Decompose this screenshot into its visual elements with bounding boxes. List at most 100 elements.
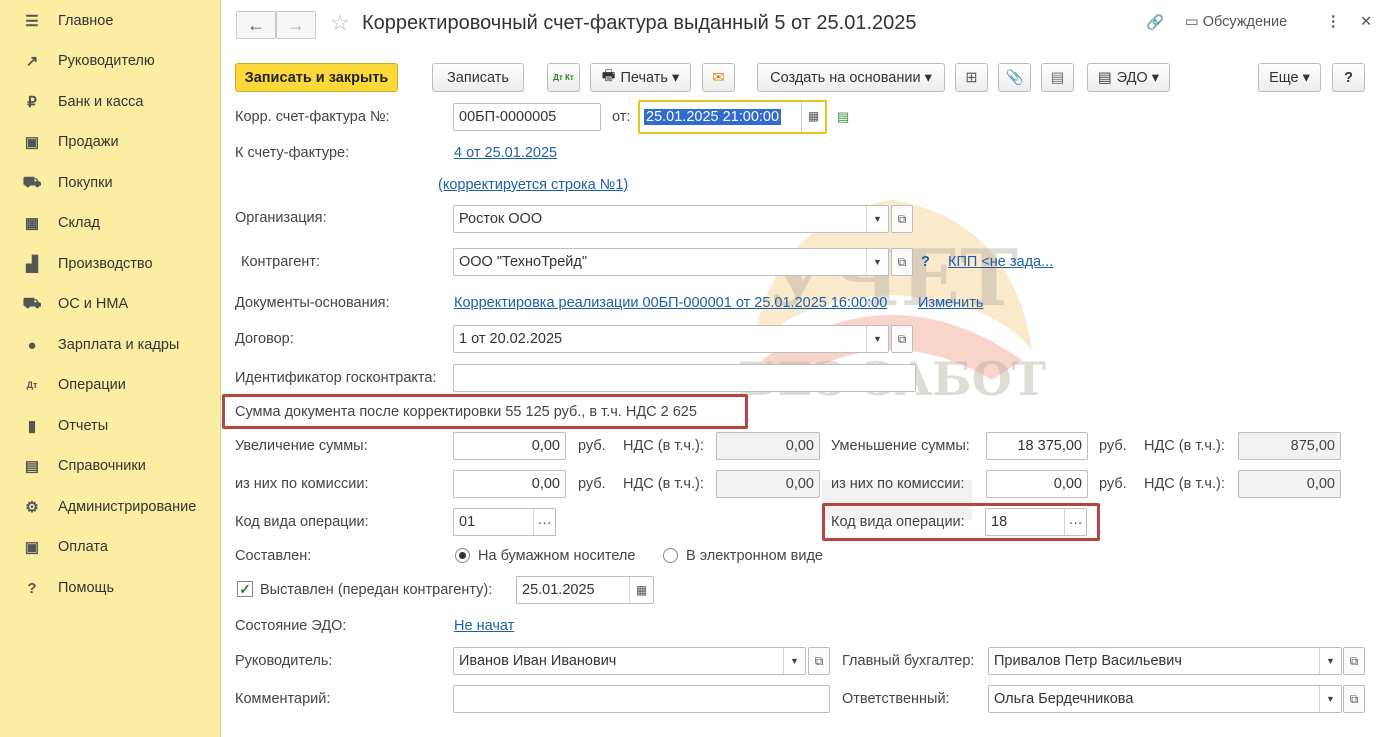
paper-radio[interactable] (455, 548, 470, 563)
coin-icon: ₽ (27, 94, 37, 111)
chief-accountant-label: Главный бухгалтер: (842, 653, 975, 669)
responsible-field[interactable]: Ольга Бердечникова ▼ (988, 685, 1342, 713)
sidebar-item-reports[interactable]: ▮ Отчеты (0, 406, 221, 446)
list-icon[interactable]: ▤ (1041, 63, 1074, 92)
discussion-label: Обсуждение (1202, 14, 1288, 30)
favorite-star-icon[interactable]: ☆ (330, 10, 350, 36)
dropdown-icon[interactable]: ▼ (783, 648, 805, 674)
sidebar-item-production[interactable]: ▟ Производство (0, 244, 221, 284)
attachment-icon[interactable]: 📎 (998, 63, 1031, 92)
warehouse-icon: ▦ (24, 215, 40, 232)
commission-decrease-vat-field[interactable]: 0,00 (1238, 470, 1341, 498)
open-organization-icon[interactable]: ⧉ (891, 205, 913, 233)
increase-amount-field[interactable]: 0,00 (453, 432, 566, 460)
print-button[interactable]: 🖶 Печать ▾ (590, 63, 691, 92)
electronic-radio-label[interactable]: В электронном виде (686, 548, 823, 564)
dropdown-icon[interactable]: ▼ (1319, 648, 1341, 674)
currency-label: руб. (1099, 476, 1127, 492)
sidebar-item-label: Производство (58, 256, 153, 272)
contract-field[interactable]: 1 от 20.02.2025 ▼ (453, 325, 889, 353)
issued-date-field[interactable]: 25.01.2025 ▦ (516, 576, 654, 604)
dtkt-button[interactable]: Дт Кт (547, 63, 580, 92)
dropdown-icon[interactable]: ▼ (866, 206, 888, 232)
chief-accountant-value: Привалов Петр Васильевич (994, 653, 1182, 669)
op-code-decrease-field[interactable]: 18… (985, 508, 1087, 536)
to-invoice-link[interactable]: 4 от 25.01.2025 (454, 145, 557, 161)
corrected-row-link[interactable]: (корректируется строка №1) (438, 177, 628, 193)
calendar-icon[interactable]: ▦ (801, 102, 825, 132)
forward-button[interactable]: → (276, 11, 316, 39)
open-contract-icon[interactable]: ⧉ (891, 325, 913, 353)
save-button[interactable]: Записать (432, 63, 524, 92)
contragent-field[interactable]: ООО "ТехноТрейд" ▼ (453, 248, 889, 276)
commission-increase-field[interactable]: 0,00 (453, 470, 566, 498)
close-icon[interactable]: ✕ (1360, 14, 1372, 30)
open-head-icon[interactable]: ⧉ (808, 647, 830, 675)
electronic-radio[interactable] (663, 548, 678, 563)
link-icon[interactable]: 🔗 (1146, 14, 1164, 31)
dropdown-icon[interactable]: ▼ (866, 326, 888, 352)
mail-icon[interactable]: ✉ (702, 63, 735, 92)
select-icon[interactable]: … (533, 509, 555, 535)
sidebar-item-operations[interactable]: Дт Операции (0, 365, 221, 405)
sidebar-item-sales[interactable]: ▣ Продажи (0, 122, 221, 162)
issued-checkbox[interactable]: ✓ (237, 581, 253, 597)
organization-field[interactable]: Росток ООО ▼ (453, 205, 889, 233)
currency-label: руб. (578, 438, 606, 454)
issued-label: Выставлен (передан контрагенту): (260, 582, 493, 598)
chief-accountant-field[interactable]: Привалов Петр Васильевич ▼ (988, 647, 1342, 675)
printed-form-icon[interactable]: ▤ (837, 109, 849, 125)
open-chief-accountant-icon[interactable]: ⧉ (1343, 647, 1365, 675)
sidebar-item-salary[interactable]: ● Зарплата и кадры (0, 325, 221, 365)
more-button[interactable]: Еще ▾ (1258, 63, 1321, 92)
open-contragent-icon[interactable]: ⧉ (891, 248, 913, 276)
help-question-icon[interactable]: ? (921, 254, 930, 270)
sidebar-item-manager[interactable]: ↗ Руководителю (0, 41, 221, 81)
contract-label: Договор: (235, 331, 294, 347)
select-icon[interactable]: … (1064, 509, 1086, 535)
help-button[interactable]: ? (1332, 63, 1365, 92)
open-responsible-icon[interactable]: ⧉ (1343, 685, 1365, 713)
sidebar-item-references[interactable]: ▤ Справочники (0, 446, 221, 486)
sidebar-item-assets[interactable]: ⛟ ОС и НМА (0, 284, 221, 324)
organization-label: Организация: (235, 210, 327, 226)
commission-decrease-field[interactable]: 0,00 (986, 470, 1088, 498)
edo-button[interactable]: ▤ ЭДО ▾ (1087, 63, 1170, 92)
back-button[interactable]: ← (236, 11, 276, 39)
dropdown-icon[interactable]: ▼ (866, 249, 888, 275)
edo-state-label: Состояние ЭДО: (235, 618, 347, 634)
document-date-field[interactable]: 25.01.2025 21:00:00 ▦ (638, 100, 827, 134)
sidebar-item-purchases[interactable]: ⛟ Покупки (0, 163, 221, 203)
sidebar-item-label: Банк и касса (58, 94, 144, 110)
kpp-link[interactable]: КПП <не зада... (948, 254, 1053, 270)
sidebar-item-bank[interactable]: ₽ Банк и касса (0, 82, 221, 122)
corr-number-field[interactable]: 00БП-0000005 (453, 103, 601, 131)
edo-state-link[interactable]: Не начат (454, 618, 514, 634)
more-vertical-icon[interactable]: ⋮ (1326, 14, 1341, 30)
decrease-vat-field[interactable]: 875,00 (1238, 432, 1341, 460)
sidebar-item-help[interactable]: ? Помощь (0, 568, 221, 608)
commission-increase-vat-field[interactable]: 0,00 (716, 470, 820, 498)
comment-field[interactable] (453, 685, 830, 713)
discussion-button[interactable]: ▭ Обсуждение (1185, 14, 1287, 30)
sidebar-item-payment[interactable]: ▣ Оплата (0, 527, 221, 567)
op-code-increase-field[interactable]: 01… (453, 508, 556, 536)
create-based-on-button[interactable]: Создать на основании ▾ (757, 63, 945, 92)
dropdown-icon[interactable]: ▼ (1319, 686, 1341, 712)
head-field[interactable]: Иванов Иван Иванович ▼ (453, 647, 806, 675)
increase-vat-field[interactable]: 0,00 (716, 432, 820, 460)
comment-label: Комментарий: (235, 691, 331, 707)
paper-radio-label[interactable]: На бумажном носителе (478, 548, 635, 564)
sidebar-item-warehouse[interactable]: ▦ Склад (0, 203, 221, 243)
structure-icon[interactable]: ⊞ (955, 63, 988, 92)
change-basis-link[interactable]: Изменить (918, 295, 983, 311)
sidebar-item-main[interactable]: ☰ Главное (0, 1, 221, 41)
sidebar-item-admin[interactable]: ⚙ Администрирование (0, 487, 221, 527)
save-and-close-button[interactable]: Записать и закрыть (235, 63, 398, 92)
decrease-amount-field[interactable]: 18 375,00 (986, 432, 1088, 460)
vat-label: НДС (в т.ч.): (1144, 476, 1225, 492)
calendar-icon[interactable]: ▦ (629, 577, 653, 603)
basis-document-link[interactable]: Корректировка реализации 00БП-000001 от … (454, 295, 887, 311)
sum-after-correction: Сумма документа после корректировки 55 1… (235, 404, 697, 420)
gov-contract-field[interactable] (453, 364, 916, 392)
